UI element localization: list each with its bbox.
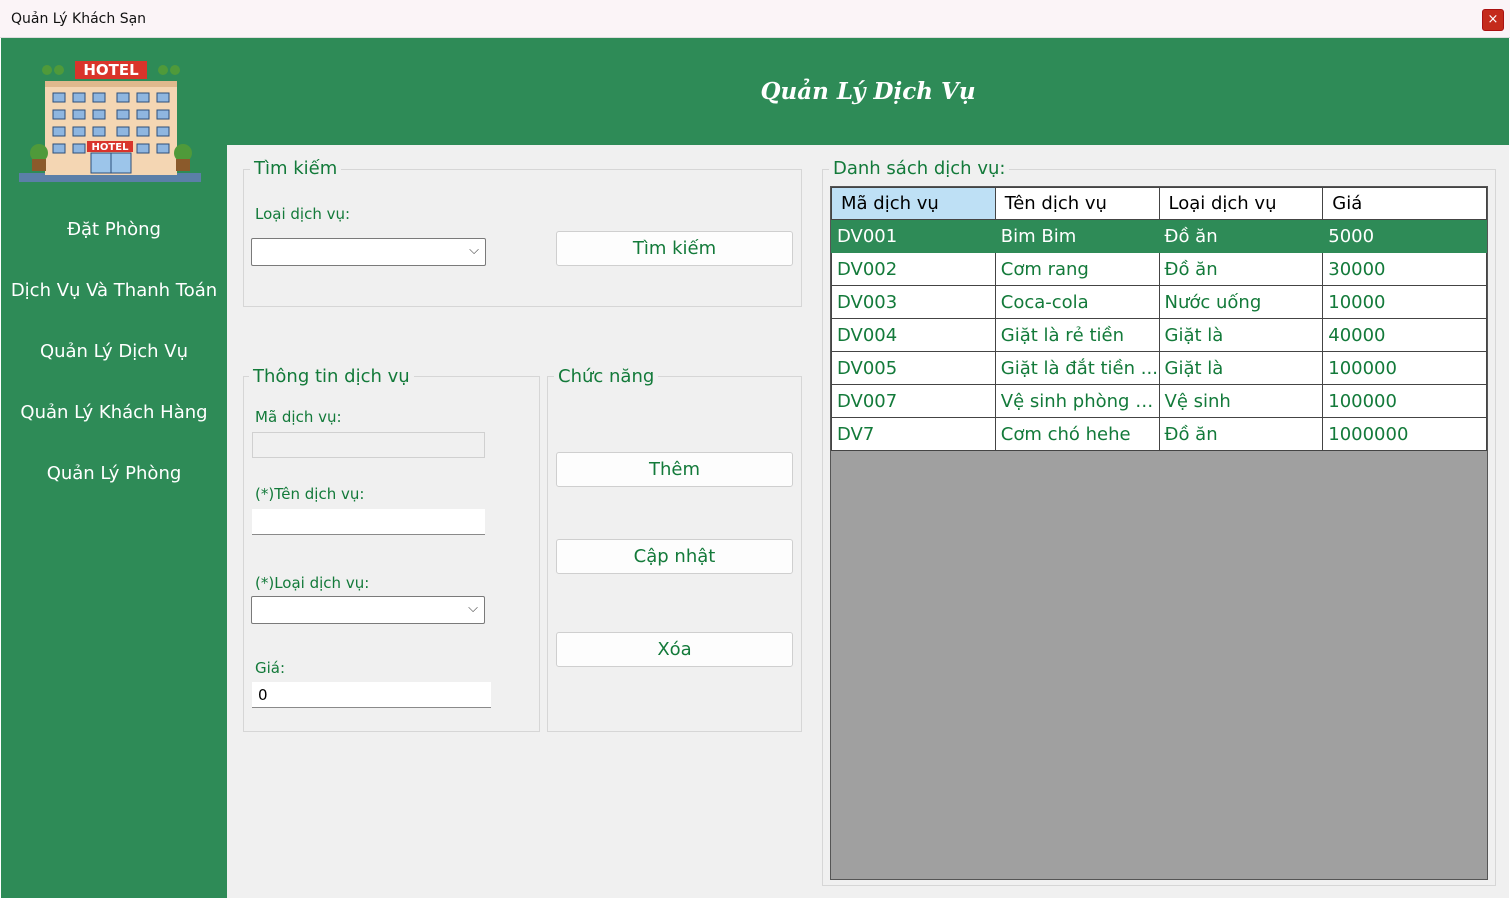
cell-price[interactable]: 5000 — [1322, 219, 1487, 253]
table-row[interactable]: DV003 Coca-cola Nước uống 10000 — [831, 285, 1487, 319]
search-button[interactable]: Tìm kiếm — [556, 231, 793, 266]
cell-type[interactable]: Giặt là — [1158, 351, 1324, 385]
cell-type[interactable]: Vệ sinh — [1158, 384, 1324, 418]
cell-name[interactable]: Bim Bim — [994, 219, 1160, 253]
table-row[interactable]: DV001 Bim Bim Đồ ăn 5000 — [831, 219, 1487, 253]
cell-name[interactable]: Giặt là đắt tiền ... — [994, 351, 1160, 385]
cell-id[interactable]: DV007 — [831, 384, 996, 418]
cell-id[interactable]: DV002 — [831, 252, 996, 286]
chevron-down-icon: ⌵ — [468, 601, 478, 616]
update-button[interactable]: Cập nhật — [556, 539, 793, 574]
cell-id[interactable]: DV003 — [831, 285, 996, 319]
page-header: Quản Lý Dịch Vụ — [227, 38, 1509, 145]
cell-name[interactable]: Vệ sinh phòng t... — [994, 384, 1160, 418]
service-table: Mã dịch vụ Tên dịch vụ Loại dịch vụ Giá … — [831, 187, 1487, 451]
table-row[interactable]: DV007 Vệ sinh phòng t... Vệ sinh 100000 — [831, 384, 1487, 418]
cell-type[interactable]: Giặt là — [1158, 318, 1324, 352]
service-id-label: Mã dịch vụ: — [255, 408, 342, 426]
cell-id[interactable]: DV001 — [831, 219, 996, 253]
logo-text-door: HOTEL — [92, 142, 130, 153]
service-list-title: Danh sách dịch vụ: — [829, 158, 1010, 179]
cell-price[interactable]: 1000000 — [1322, 417, 1487, 451]
sidebar-item-quan-ly-khach-hang[interactable]: Quản Lý Khách Hàng — [1, 402, 227, 423]
cell-id[interactable]: DV004 — [831, 318, 996, 352]
cell-price[interactable]: 10000 — [1322, 285, 1487, 319]
service-type-select[interactable]: ⌵ — [251, 596, 485, 624]
sidebar-item-quan-ly-phong[interactable]: Quản Lý Phòng — [1, 463, 227, 484]
cell-price[interactable]: 30000 — [1322, 252, 1487, 286]
cell-price[interactable]: 40000 — [1322, 318, 1487, 352]
cell-id[interactable]: DV005 — [831, 351, 996, 385]
close-button[interactable]: × — [1482, 9, 1504, 31]
close-icon: × — [1487, 12, 1499, 27]
logo-text-top: HOTEL — [83, 61, 139, 79]
table-row[interactable]: DV004 Giặt là rẻ tiền Giặt là 40000 — [831, 318, 1487, 352]
info-group — [243, 376, 540, 732]
title-bar: Quản Lý Khách Sạn × — [0, 0, 1510, 38]
window-title: Quản Lý Khách Sạn — [11, 11, 147, 27]
cell-price[interactable]: 100000 — [1322, 351, 1487, 385]
column-header-type[interactable]: Loại dịch vụ — [1158, 187, 1324, 220]
cell-price[interactable]: 100000 — [1322, 384, 1487, 418]
cell-name[interactable]: Giặt là rẻ tiền — [994, 318, 1160, 352]
sidebar: HOTEL HOTEL Đặt Phòng Dịch Vụ Và Thanh T… — [1, 38, 227, 898]
service-name-label: (*)Tên dịch vụ: — [255, 485, 365, 503]
service-type-label: (*)Loại dịch vụ: — [255, 574, 370, 592]
sidebar-item-dich-vu-thanh-toan[interactable]: Dịch Vụ Và Thanh Toán — [1, 280, 227, 301]
chevron-down-icon: ⌵ — [469, 243, 479, 258]
hotel-building-icon: HOTEL HOTEL — [19, 53, 201, 187]
sidebar-item-dat-phong[interactable]: Đặt Phòng — [1, 219, 227, 240]
table-row[interactable]: DV005 Giặt là đắt tiền ... Giặt là 10000… — [831, 351, 1487, 385]
cell-name[interactable]: Cơm rang — [994, 252, 1160, 286]
info-group-title: Thông tin dịch vụ — [249, 366, 414, 387]
cell-type[interactable]: Đồ ăn — [1158, 252, 1324, 286]
cell-type[interactable]: Đồ ăn — [1158, 219, 1324, 253]
column-header-price[interactable]: Giá — [1322, 187, 1487, 220]
service-id-field[interactable] — [252, 432, 485, 458]
actions-group-title: Chức năng — [554, 366, 659, 387]
cell-type[interactable]: Nước uống — [1158, 285, 1324, 319]
cell-type[interactable]: Đồ ăn — [1158, 417, 1324, 451]
search-group-title: Tìm kiếm — [250, 158, 342, 179]
sidebar-item-quan-ly-dich-vu[interactable]: Quản Lý Dịch Vụ — [1, 341, 227, 362]
price-field[interactable] — [252, 682, 491, 708]
page-title: Quản Lý Dịch Vụ — [760, 78, 976, 105]
main-content: Tìm kiếm Loại dịch vụ: ⌵ Tìm kiếm Thông … — [227, 145, 1509, 898]
table-row[interactable]: DV002 Cơm rang Đồ ăn 30000 — [831, 252, 1487, 286]
column-header-name[interactable]: Tên dịch vụ — [994, 187, 1160, 220]
price-label: Giá: — [255, 659, 286, 677]
table-row[interactable]: DV7 Cơm chó hehe Đồ ăn 1000000 — [831, 417, 1487, 451]
service-grid[interactable]: Mã dịch vụ Tên dịch vụ Loại dịch vụ Giá … — [830, 186, 1488, 880]
column-header-id[interactable]: Mã dịch vụ — [831, 187, 996, 220]
search-type-label: Loại dịch vụ: — [255, 205, 351, 223]
cell-name[interactable]: Coca-cola — [994, 285, 1160, 319]
delete-button[interactable]: Xóa — [556, 632, 793, 667]
table-header-row: Mã dịch vụ Tên dịch vụ Loại dịch vụ Giá — [831, 187, 1487, 220]
cell-name[interactable]: Cơm chó hehe — [994, 417, 1160, 451]
service-name-field[interactable] — [252, 509, 485, 535]
add-button[interactable]: Thêm — [556, 452, 793, 487]
search-type-select[interactable]: ⌵ — [251, 238, 486, 266]
cell-id[interactable]: DV7 — [831, 417, 996, 451]
